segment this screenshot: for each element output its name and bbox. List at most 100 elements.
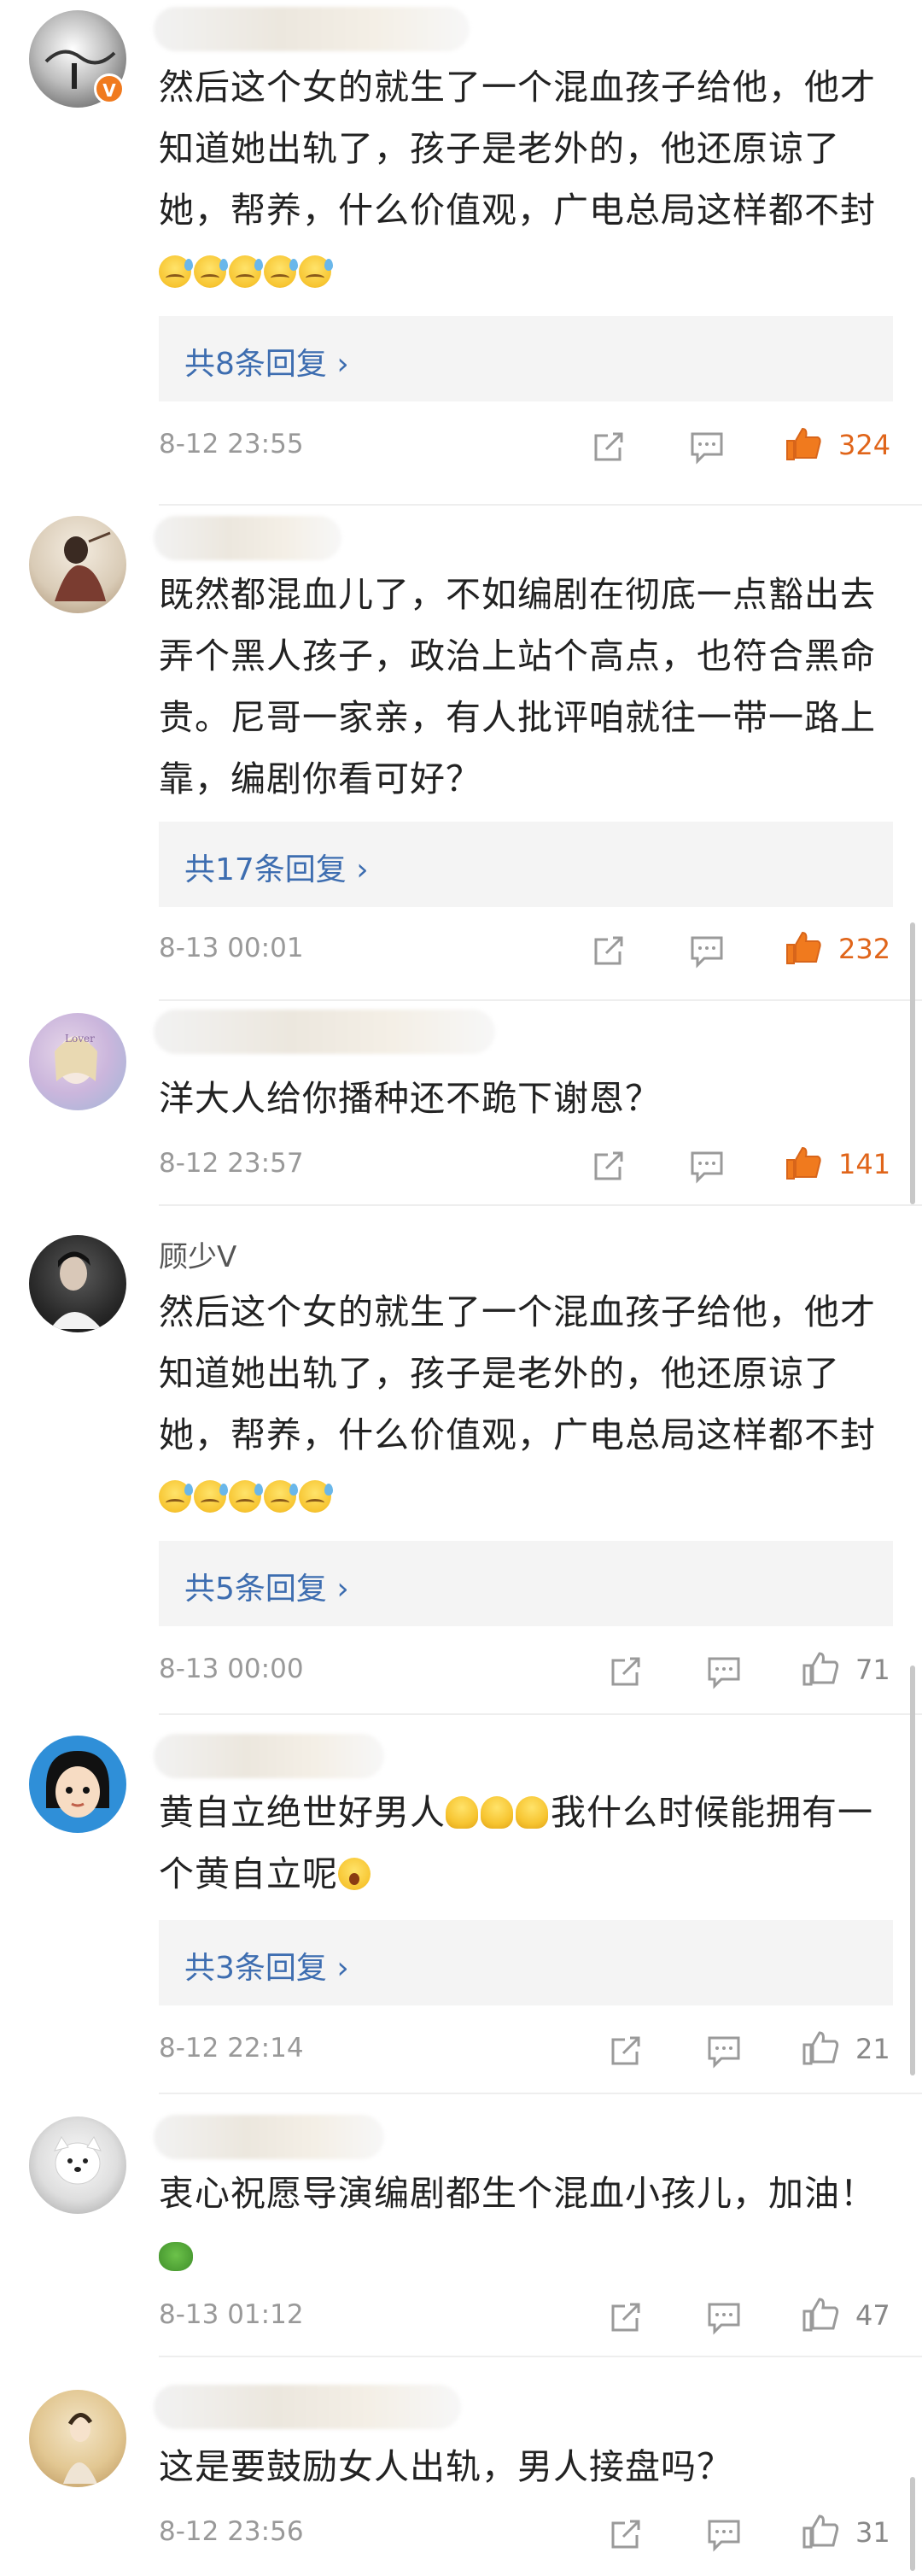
avatar[interactable]: Lover xyxy=(29,1013,126,1110)
reply-count-link[interactable]: 共3条回复 › xyxy=(184,1943,349,1988)
reply-count-label: 共5条回复 xyxy=(184,1572,327,1607)
like-count: 71 xyxy=(855,1654,890,1686)
frog-emoji-icon xyxy=(159,2242,193,2271)
thumbs-up-icon[interactable] xyxy=(801,2028,840,2067)
comment-text: 这是要鼓励女人出轨，男人接盘吗？ xyxy=(159,2446,732,2487)
comment-date: 8-13 00:00 xyxy=(159,1654,304,1684)
like-count: 232 xyxy=(838,933,891,965)
comment-date: 8-12 23:57 xyxy=(159,1148,304,1179)
like-count: 21 xyxy=(855,2033,890,2065)
sweat-cry-emoji-icon xyxy=(159,255,193,288)
thumbs-up-icon[interactable] xyxy=(784,424,823,463)
comment-body: 衷心祝愿导演编剧都生个混血小孩儿，加油！ xyxy=(159,2173,876,2214)
verified-badge-icon: V xyxy=(94,73,125,104)
divider xyxy=(159,999,922,1001)
reply-summary-box[interactable]: 共5条回复 › xyxy=(159,1541,893,1626)
sweat-cry-emoji-icon xyxy=(194,255,228,288)
share-icon[interactable] xyxy=(589,1146,628,1186)
comment-body-part: 黄自立绝世好男人 xyxy=(159,1792,446,1833)
chevron-right-icon: › xyxy=(336,1572,349,1607)
like-count: 324 xyxy=(838,429,891,461)
comment-icon[interactable] xyxy=(704,2031,744,2070)
chevron-right-icon: › xyxy=(336,1951,349,1986)
avatar[interactable] xyxy=(29,2390,126,2487)
avatar[interactable] xyxy=(29,1736,126,1833)
share-icon[interactable] xyxy=(606,2298,645,2337)
username-blurred xyxy=(154,516,341,560)
comment-icon[interactable] xyxy=(704,2515,744,2554)
svg-text:Lover: Lover xyxy=(65,1033,95,1045)
comment-icon[interactable] xyxy=(704,1652,744,1691)
sweat-cry-emoji-icon xyxy=(299,255,333,288)
reply-count-link[interactable]: 共5条回复 › xyxy=(184,1564,349,1608)
divider xyxy=(159,2356,922,2357)
sweat-cry-emoji-icon xyxy=(229,255,263,288)
reply-summary-box[interactable]: 共17条回复 › xyxy=(159,822,893,907)
username-blurred xyxy=(154,1734,384,1778)
crying-figure-emoji-icon xyxy=(516,1796,548,1829)
comment-date: 8-12 22:14 xyxy=(159,2033,304,2064)
sweat-cry-emoji-icon xyxy=(264,255,298,288)
username-blurred xyxy=(154,2115,384,2159)
scrollbar[interactable] xyxy=(910,922,915,1204)
reply-count-link[interactable]: 共8条回复 › xyxy=(184,339,349,383)
divider xyxy=(159,1204,922,1206)
comment-text: 然后这个女的就生了一个混血孩子给他，他才知道她出轨了，孩子是老外的，他还原谅了她… xyxy=(159,56,893,302)
reply-count-label: 共3条回复 xyxy=(184,1951,327,1986)
like-count: 31 xyxy=(855,2516,890,2549)
thumbs-up-icon[interactable] xyxy=(784,1143,823,1182)
username[interactable]: 顾少V xyxy=(159,1233,236,1275)
comment-text: 衷心祝愿导演编剧都生个混血小孩儿，加油！ xyxy=(159,2163,893,2286)
comment-body: 然后这个女的就生了一个混血孩子给他，他才知道她出轨了，孩子是老外的，他还原谅了她… xyxy=(159,67,876,231)
comment-icon[interactable] xyxy=(704,2298,744,2337)
thumbs-up-icon[interactable] xyxy=(801,2294,840,2333)
crying-figure-emoji-icon xyxy=(481,1796,513,1829)
chevron-right-icon: › xyxy=(336,347,349,382)
sweat-cry-emoji-icon xyxy=(299,1480,333,1513)
share-icon[interactable] xyxy=(606,2031,645,2070)
reply-count-label: 共17条回复 xyxy=(184,852,347,887)
username-blurred xyxy=(154,2385,461,2429)
comment-text: 既然都混血儿了，不如编剧在彻底一点豁出去弄个黑人孩子，政治上站个高点，也符合黑命… xyxy=(159,574,876,799)
thumbs-up-icon[interactable] xyxy=(784,928,823,967)
thumbs-up-icon[interactable] xyxy=(801,2511,840,2550)
divider xyxy=(159,2093,922,2094)
comment-icon[interactable] xyxy=(687,427,727,466)
share-icon[interactable] xyxy=(606,1652,645,1691)
sweat-cry-emoji-icon xyxy=(159,1480,193,1513)
thumbs-up-icon[interactable] xyxy=(801,1648,840,1688)
sweat-cry-emoji-icon xyxy=(264,1480,298,1513)
share-icon[interactable] xyxy=(606,2515,645,2554)
like-count: 141 xyxy=(838,1148,891,1180)
comment-icon[interactable] xyxy=(687,931,727,970)
comment-date: 8-13 00:01 xyxy=(159,933,304,963)
username-blurred xyxy=(154,1010,495,1054)
share-icon[interactable] xyxy=(589,427,628,466)
like-count: 47 xyxy=(855,2299,890,2332)
reply-count-link[interactable]: 共17条回复 › xyxy=(184,845,369,889)
divider xyxy=(159,504,922,506)
comment-icon[interactable] xyxy=(687,1146,727,1186)
scrollbar[interactable] xyxy=(910,1666,915,2075)
comment-body: 然后这个女的就生了一个混血孩子给他，他才知道她出轨了，孩子是老外的，他还原谅了她… xyxy=(159,1291,876,1455)
username-blurred xyxy=(154,7,470,51)
comment-date: 8-12 23:56 xyxy=(159,2516,304,2547)
reply-count-label: 共8条回复 xyxy=(184,347,327,382)
avatar[interactable] xyxy=(29,1235,126,1332)
comment-text: 黄自立绝世好男人 我什么时候能拥有一个黄自立呢 xyxy=(159,1782,893,1905)
share-icon[interactable] xyxy=(589,931,628,970)
divider xyxy=(159,1713,922,1715)
scrollbar[interactable] xyxy=(910,2477,915,2571)
sweat-cry-emoji-icon xyxy=(229,1480,263,1513)
comment-date: 8-12 23:55 xyxy=(159,429,304,460)
comment-text: 洋大人给你播种还不跪下谢恩？ xyxy=(159,1078,661,1119)
reply-summary-box[interactable]: 共3条回复 › xyxy=(159,1920,893,2005)
avatar[interactable] xyxy=(29,516,126,613)
yawn-emoji-icon xyxy=(338,1858,371,1890)
reply-summary-box[interactable]: 共8条回复 › xyxy=(159,316,893,401)
chevron-right-icon: › xyxy=(356,852,369,887)
avatar[interactable] xyxy=(29,2116,126,2214)
comment-text: 然后这个女的就生了一个混血孩子给他，他才知道她出轨了，孩子是老外的，他还原谅了她… xyxy=(159,1281,893,1527)
comment-date: 8-13 01:12 xyxy=(159,2299,304,2330)
sweat-cry-emoji-icon xyxy=(194,1480,228,1513)
